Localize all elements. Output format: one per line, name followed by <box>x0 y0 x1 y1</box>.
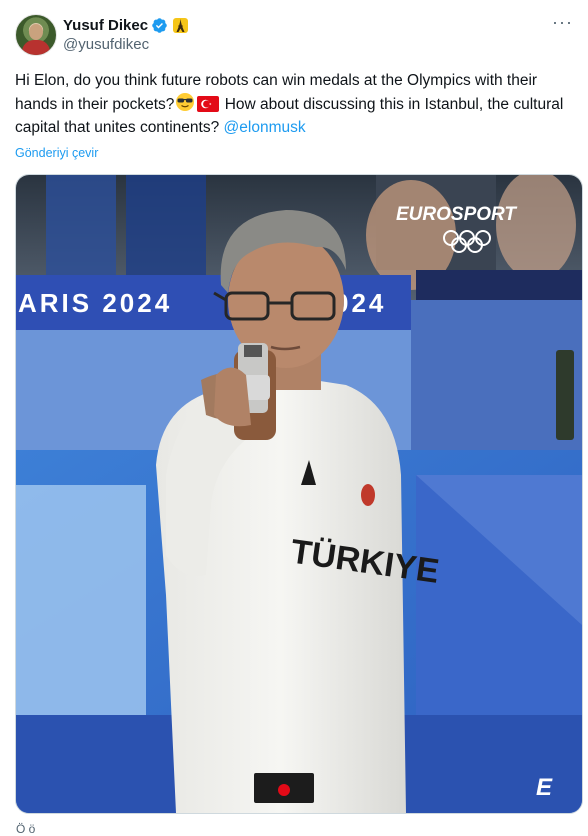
turkey-flag-icon <box>197 96 220 112</box>
eurosport-corner-logo: E <box>536 774 553 801</box>
tweet-media-video[interactable]: ARIS 2024 024 EUROSPORT TÜRKIYE E <box>15 174 583 814</box>
verified-badge-icon[interactable] <box>151 17 168 34</box>
eurosport-logo: EUROSPORT <box>396 204 517 225</box>
avatar-shirt <box>22 40 50 55</box>
avatar-face <box>29 24 43 40</box>
user-handle[interactable]: @yusufdikec <box>63 36 149 53</box>
banner-left-text: ARIS 2024 <box>18 288 172 318</box>
video-frame: ARIS 2024 024 EUROSPORT TÜRKIYE E <box>16 175 582 813</box>
name-row: Yusuf Dikec <box>63 15 189 35</box>
display-name[interactable]: Yusuf Dikec <box>63 17 148 34</box>
avatar[interactable] <box>15 14 57 56</box>
footer-partial-text: Ö ö <box>16 822 36 836</box>
more-options-icon[interactable]: ··· <box>552 12 573 33</box>
tweet-text: Hi Elon, do you think future robots can … <box>15 69 575 139</box>
mention-link[interactable]: @elonmusk <box>224 119 306 136</box>
tweet-header: Yusuf Dikec @yusufdikec ··· <box>15 12 575 60</box>
eiffel-tower-icon[interactable] <box>173 17 189 33</box>
sunglasses-emoji-icon <box>176 93 195 111</box>
translate-post-link[interactable]: Gönderiyi çevir <box>15 146 98 160</box>
